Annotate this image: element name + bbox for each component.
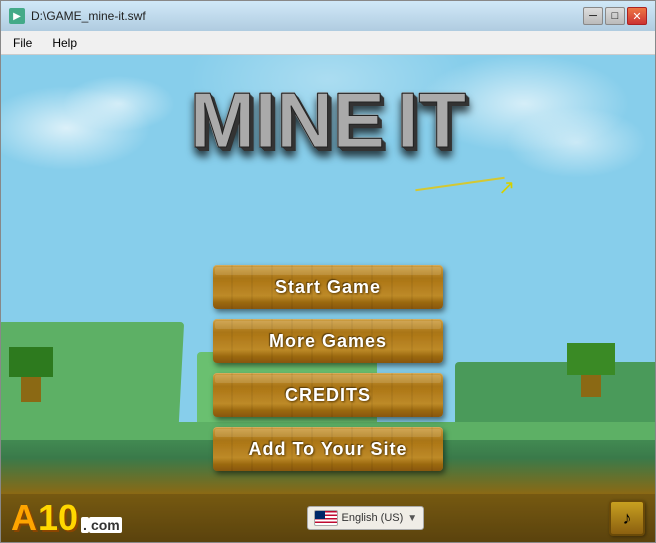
a10-dot: . — [81, 517, 89, 533]
tree-2 — [581, 369, 601, 397]
game-area: MINEIT ↗ Start Game More Games CREDITS A… — [1, 55, 655, 542]
start-game-button[interactable]: Start Game — [213, 265, 443, 309]
cursor-line — [415, 177, 504, 192]
app-window: ▶ D:\GAME_mine-it.swf ─ □ ✕ File Help MI… — [0, 0, 656, 543]
cursor-arrow-icon: ↗ — [498, 175, 515, 200]
a10-number: 10 — [38, 497, 78, 539]
maximize-button[interactable]: □ — [605, 7, 625, 25]
title-bar-left: ▶ D:\GAME_mine-it.swf — [9, 8, 146, 24]
tree-1 — [21, 372, 41, 402]
a10-com: com — [89, 517, 122, 533]
dropdown-arrow-icon: ▼ — [407, 513, 417, 524]
title-bar-controls: ─ □ ✕ — [583, 7, 647, 25]
logo-mine: MINE — [190, 75, 385, 166]
add-to-site-button[interactable]: Add To Your Site — [213, 427, 443, 471]
bottom-bar: A 10 . com English (US) ▼ ♪ — [1, 494, 655, 542]
menu-bar: File Help — [1, 31, 655, 55]
logo-it: IT — [397, 75, 466, 166]
music-icon: ♪ — [622, 508, 631, 529]
close-button[interactable]: ✕ — [627, 7, 647, 25]
cursor-decoration: ↗ — [415, 175, 515, 195]
menu-help[interactable]: Help — [44, 34, 85, 52]
main-menu-buttons: Start Game More Games CREDITS Add To You… — [208, 265, 448, 471]
a10-logo[interactable]: A 10 . com — [11, 497, 122, 539]
minimize-button[interactable]: ─ — [583, 7, 603, 25]
music-button[interactable]: ♪ — [609, 500, 645, 536]
more-games-button[interactable]: More Games — [213, 319, 443, 363]
flag-icon — [314, 510, 338, 526]
game-logo: MINEIT — [190, 75, 466, 166]
title-bar: ▶ D:\GAME_mine-it.swf ─ □ ✕ — [1, 1, 655, 31]
credits-button[interactable]: CREDITS — [213, 373, 443, 417]
menu-file[interactable]: File — [5, 34, 40, 52]
window-title: D:\GAME_mine-it.swf — [31, 9, 146, 23]
a10-letter-a: A — [11, 497, 37, 539]
language-selector[interactable]: English (US) ▼ — [307, 506, 425, 530]
language-label: English (US) — [342, 512, 404, 524]
app-icon: ▶ — [9, 8, 25, 24]
